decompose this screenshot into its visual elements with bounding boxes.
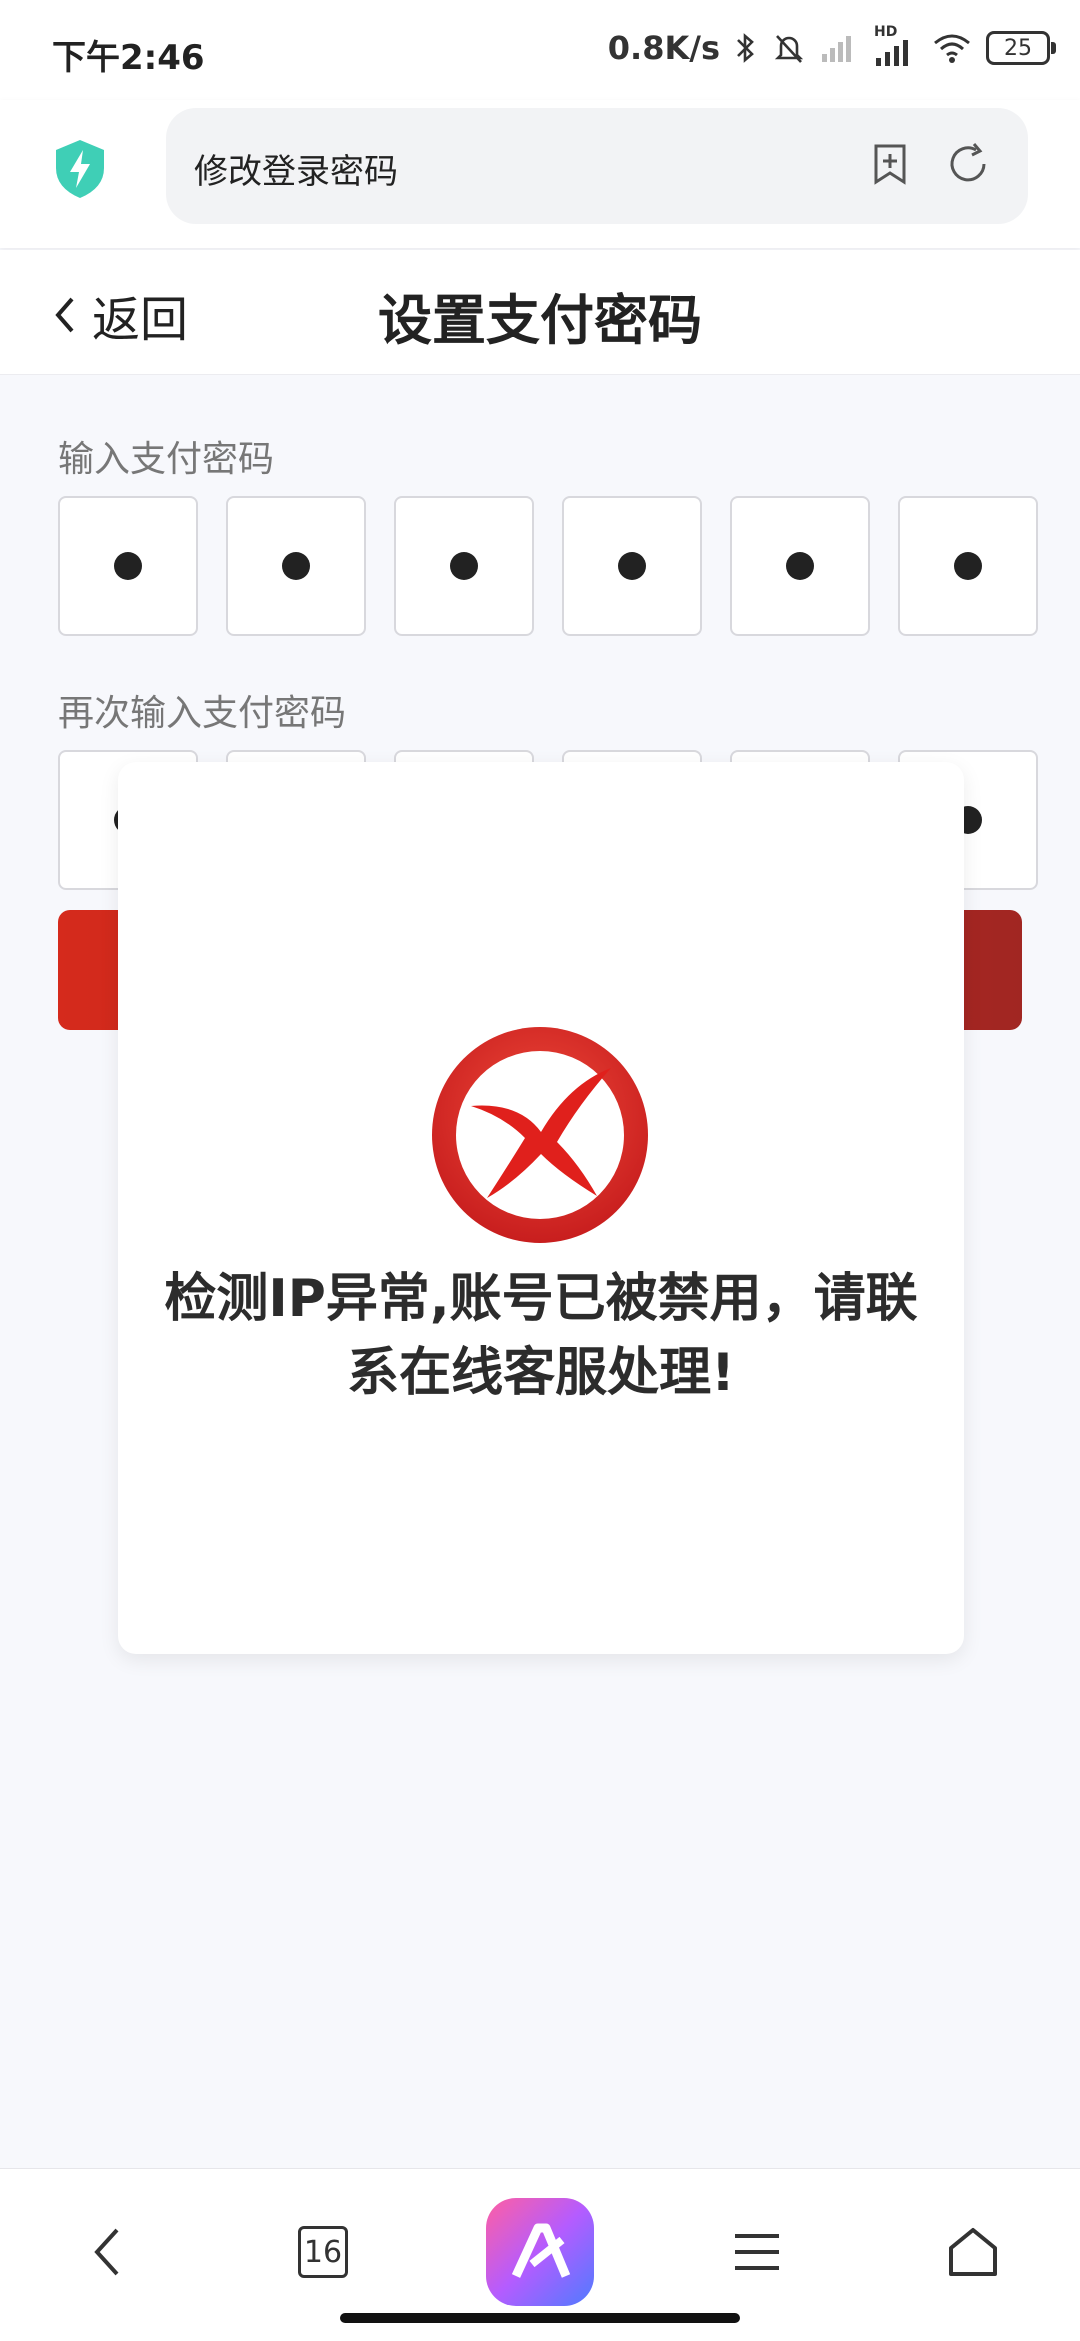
- status-icons: 0.8K/s HD 25: [607, 24, 1056, 68]
- address-bar[interactable]: 修改登录密码: [166, 108, 1028, 224]
- tabs-button[interactable]: 16: [268, 2197, 378, 2307]
- security-shield-icon[interactable]: [52, 138, 108, 200]
- page-title: 设置支付密码: [378, 289, 702, 352]
- wifi-icon: [934, 34, 970, 63]
- gesture-home-indicator[interactable]: [340, 2313, 740, 2323]
- browser-toolbar: 修改登录密码: [0, 100, 1080, 248]
- error-message: 检测IP异常,账号已被禁用，请联系在线客服处理!: [164, 1269, 918, 1403]
- pin-dot: [786, 552, 814, 580]
- ai-logo-icon: [486, 2198, 594, 2306]
- confirm-pin-label: 再次输入支付密码: [58, 693, 347, 734]
- pin-label: 输入支付密码: [58, 439, 275, 480]
- bottom-navigation: 16: [0, 2168, 1080, 2341]
- mute-bell-icon: [774, 35, 804, 63]
- page-header: 返回 设置支付密码: [0, 250, 1080, 375]
- pin-input-row[interactable]: [58, 496, 1038, 636]
- add-bookmark-icon[interactable]: [866, 140, 914, 188]
- pin-dot: [954, 552, 982, 580]
- status-bar: 下午2:46 0.8K/s HD 25: [0, 0, 1080, 100]
- nav-back-button[interactable]: [52, 2197, 162, 2307]
- status-time: 下午2:46: [52, 38, 205, 78]
- signal-hd-icon: HD: [874, 24, 918, 68]
- url-text: 修改登录密码: [194, 152, 398, 192]
- tab-count: 16: [303, 2234, 343, 2270]
- pin-dot: [450, 552, 478, 580]
- signal-weak-icon: [822, 36, 851, 62]
- pin-dot: [114, 552, 142, 580]
- pin-box[interactable]: [58, 496, 198, 636]
- pin-box[interactable]: [562, 496, 702, 636]
- bluetooth-icon: [737, 33, 754, 63]
- chevron-left-icon: [94, 2228, 119, 2276]
- battery-level: 25: [1004, 35, 1032, 61]
- home-button[interactable]: [918, 2197, 1028, 2307]
- menu-icon: [735, 2234, 779, 2270]
- error-x-icon: [432, 1027, 648, 1243]
- pin-box[interactable]: [730, 496, 870, 636]
- tab-count-icon: 16: [298, 2226, 348, 2278]
- refresh-icon[interactable]: [944, 140, 992, 188]
- ai-assistant-button[interactable]: [485, 2197, 595, 2307]
- error-dialog: 检测IP异常,账号已被禁用，请联系在线客服处理!: [118, 762, 964, 1654]
- pin-box[interactable]: [226, 496, 366, 636]
- pin-dot: [618, 552, 646, 580]
- pin-box[interactable]: [898, 496, 1038, 636]
- menu-button[interactable]: [702, 2197, 812, 2307]
- pin-dot: [282, 552, 310, 580]
- pin-box[interactable]: [394, 496, 534, 636]
- home-icon: [949, 2228, 997, 2276]
- battery-icon: 25: [986, 31, 1056, 65]
- network-speed: 0.8K/s: [607, 29, 720, 67]
